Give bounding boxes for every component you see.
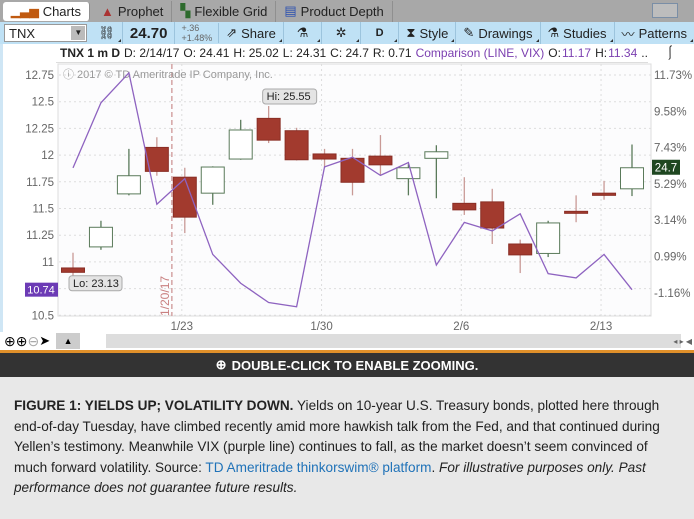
left-axis-tick: 12 [41,150,54,162]
share-button[interactable]: ⇗ Share [219,22,284,44]
chevron-down-icon[interactable]: ▼ [71,26,86,40]
candle-body [61,267,85,273]
candle-body [424,151,449,159]
scale-icon: ⎰ [663,45,677,61]
link-button[interactable]: ⛓ [91,22,123,44]
flask-icon: ⚗ [547,25,560,40]
collapse-icon[interactable]: ▲ [56,333,81,349]
price-chart[interactable]: 12.7512.512.251211.7511.511.251110.7510.… [3,44,694,333]
right-axis-tick: 11.73% [654,70,692,82]
left-axis-tick: 11.5 [32,204,54,216]
chart-toolbar: TNX ▼ ⛓ 24.70 +.36 +1.48% ⇗ Share ⚗ ✲ D ⧗ St… [0,22,694,44]
right-axis-tick: 7.43% [654,143,687,155]
patterns-icon: 〰 [621,26,635,42]
left-axis-tick: 11.75 [26,177,54,189]
tab-prophet[interactable]: ▲ Prophet [93,0,173,22]
right-axis-tick: 0.99% [654,252,687,264]
candle-body [396,167,421,180]
drawings-button[interactable]: ✎ Drawings [456,22,541,44]
studies-button[interactable]: ⚗ Studies [541,22,615,44]
symbol-input[interactable]: TNX ▼ [4,24,88,42]
flask-button[interactable]: ⚗ [284,22,323,44]
candle-body [256,117,281,141]
candle-body [592,192,617,196]
candle-body [172,176,197,218]
price-change: +.36 +1.48% [175,23,220,43]
x-axis-tick: 2/13 [590,321,612,332]
candle-body [508,243,533,256]
left-axis-tick: 11.25 [26,230,54,242]
scroll-arrows-icon[interactable]: ◂ ▸ ◀ [673,337,692,346]
candle-body [88,226,113,248]
prophet-icon: ▲ [100,3,114,19]
left-axis-tick: 10.5 [32,310,54,322]
zoom-out-icon[interactable]: ⊖ [27,333,39,350]
settings-button[interactable]: ✲ [322,22,361,44]
flask-icon: ⚗ [296,25,309,40]
zoom-icon: ⊕ [215,357,227,372]
lo-label: Lo: 23.13 [73,278,119,290]
x-axis-tick: 2/6 [453,321,469,332]
x-axis-tick: 1/30 [310,321,332,332]
left-axis-tick: 12.25 [25,123,54,135]
tab-flexible-grid[interactable]: ▚ Flexible Grid [172,0,277,22]
horizontal-scrollbar[interactable] [106,334,681,348]
comparison-label: Comparison (LINE, VIX) [415,46,545,60]
candle-body [228,129,253,160]
chart-header: TNX 1 m D D: 2/14/17 O: 24.41 H: 25.02 L: 2… [56,44,648,63]
copyright-text: ⓘ 2017 © TD Ameritrade IP Company, Inc. [63,68,273,81]
tab-bar: ▁▃▅ Charts ▲ Prophet ▚ Flexible Grid ▤ Produ… [0,0,694,22]
candle-body [564,210,589,214]
candle-icon: ⧗ [406,25,416,40]
zoom-in-icon[interactable]: ⊕ [16,333,28,350]
zoom-banner[interactable]: ⊕ DOUBLE-CLICK TO ENABLE ZOOMING. [0,350,694,377]
window-button[interactable] [652,3,678,18]
tab-charts[interactable]: ▁▃▅ Charts [3,1,90,21]
candle-body [312,153,337,160]
gear-icon: ✲ [335,25,347,40]
x-axis-tick: 1/23 [171,321,193,332]
chart-controls: ⊕ ⊕ ⊖ ➤ ▲ ◂ ▸ ◀ [0,332,694,350]
left-axis-tick: 11 [42,257,54,269]
left-axis-tick: 12.75 [25,70,54,82]
crosshair-icon[interactable]: ⊕ [4,333,16,350]
price-current-value: 24.7 [655,163,677,175]
bar-chart-icon: ▁▃▅ [11,4,39,18]
patterns-button[interactable]: 〰 Patterns [615,22,694,44]
style-button[interactable]: ⧗ Style [399,22,457,44]
share-icon: ⇗ [226,25,238,40]
pencil-icon: ✎ [463,25,475,40]
candle-body [284,130,309,161]
grid-icon: ▚ [180,3,191,18]
vix-current-value: 10.74 [27,285,55,297]
depth-icon: ▤ [284,3,297,18]
last-price: 24.70 [123,22,176,44]
pointer-icon[interactable]: ➤ [39,333,50,349]
right-axis-tick: -1.16% [654,288,690,300]
left-axis-tick: 12.5 [32,97,54,109]
candle-body [200,166,225,194]
right-axis-tick: 3.14% [654,215,687,227]
tab-product-depth[interactable]: ▤ Product Depth [276,0,393,22]
chart-area[interactable]: 12.7512.512.251211.7511.511.251110.7510.… [0,44,694,333]
event-marker-label: 1/20/17 [158,276,172,316]
candle-body [480,201,505,229]
figure-caption: FIGURE 1: YIELDS UP; VOLATILITY DOWN. Yi… [14,398,660,495]
right-axis-tick: 5.29% [654,179,687,191]
hi-label: Hi: 25.55 [267,91,311,103]
right-axis-tick: 9.58% [654,106,687,118]
candle-body [116,175,141,195]
period-button[interactable]: D [361,22,400,44]
candle-body [452,202,477,211]
candle-body [368,155,393,166]
candle-body [536,222,561,254]
candle-body [620,167,644,190]
link-icon: ⛓ [98,25,115,40]
source-link[interactable]: TD Ameritrade thinkorswim® platform [205,460,431,475]
